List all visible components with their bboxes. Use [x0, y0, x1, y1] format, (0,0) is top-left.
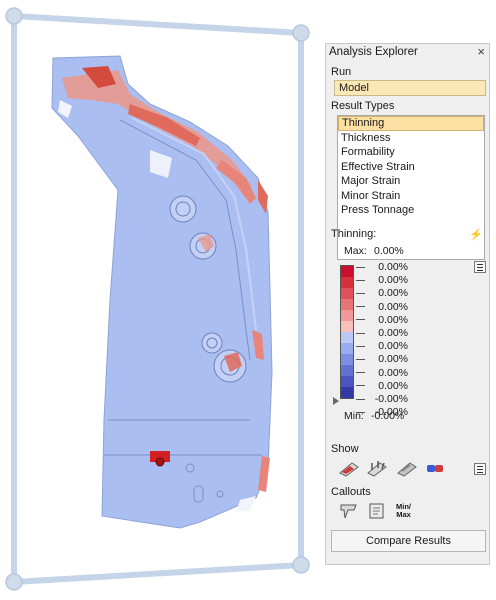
run-label: Run — [331, 66, 352, 78]
legend-value: 0.00% — [378, 366, 408, 379]
legend-max-value: 0.00% — [374, 245, 404, 257]
legend-value: 0.00% — [378, 340, 408, 353]
legend-value: 0.00% — [378, 261, 408, 273]
legend-pointer-icon[interactable] — [333, 397, 339, 405]
result-type-thinning[interactable]: Thinning — [338, 116, 484, 131]
compare-results-button[interactable]: Compare Results — [331, 530, 486, 552]
legend-value: 0.00% — [378, 353, 408, 366]
legend-row: 0.00% — [356, 261, 408, 274]
callout-note-icon[interactable] — [366, 502, 388, 520]
legend-swatch — [341, 310, 353, 321]
legend-value: 0.00% — [378, 274, 408, 287]
analysis-explorer-panel: Analysis Explorer × Run Model Result Typ… — [325, 43, 490, 565]
legend-row: 0.00% — [356, 353, 408, 366]
lightning-icon[interactable]: ⚡ — [469, 228, 483, 241]
legend-swatch — [341, 332, 353, 343]
legend-row: 0.00% — [356, 274, 408, 287]
legend-menu-icon[interactable] — [474, 261, 486, 273]
legend-row: 0.00% — [356, 314, 408, 327]
legend-row: 0.00% — [356, 327, 408, 340]
legend-values: 0.00% 0.00% 0.00% 0.00% 0.00% 0.00% 0.00% 0.00%… — [356, 261, 408, 419]
stamped-part — [51, 55, 273, 529]
legend-row: 0.00% — [356, 367, 408, 380]
result-type-effective-strain[interactable]: Effective Strain — [338, 160, 484, 175]
result-type-minor-strain[interactable]: Minor Strain — [338, 189, 484, 204]
legend-value: 0.00% — [378, 379, 408, 392]
result-type-major-strain[interactable]: Major Strain — [338, 174, 484, 189]
legend-max-label: Max: — [344, 245, 367, 257]
thinning-label: Thinning: — [331, 228, 377, 240]
vector-icon[interactable] — [366, 459, 388, 477]
legend-color-bar — [340, 265, 354, 399]
legend-swatch — [341, 321, 353, 332]
legend-swatch — [341, 365, 353, 376]
part-render — [5, 7, 310, 591]
legend-value: 0.00% — [378, 313, 408, 326]
callout-pin-icon[interactable] — [338, 502, 360, 520]
legend-value: 0.00% — [378, 300, 408, 313]
legend-swatch — [341, 387, 353, 398]
contour-icon[interactable] — [338, 459, 360, 477]
panel-title: Analysis Explorer — [329, 46, 418, 58]
legend-value: 0.00% — [378, 287, 408, 300]
color-blend-icon[interactable] — [424, 459, 446, 477]
close-icon[interactable]: × — [477, 44, 485, 59]
legend-row: 0.00% — [356, 287, 408, 300]
legend-swatch — [341, 266, 353, 277]
callouts-label: Callouts — [331, 486, 371, 498]
result-type-formability[interactable]: Formability — [338, 145, 484, 160]
legend-row: 0.00% — [356, 380, 408, 393]
model-viewport[interactable] — [0, 0, 322, 600]
legend-swatch — [341, 288, 353, 299]
result-types-label: Result Types — [331, 100, 395, 112]
legend-min-value: -0.00% — [371, 410, 405, 422]
deformed-shape-icon[interactable] — [396, 459, 418, 477]
legend-swatch — [341, 343, 353, 354]
legend-row: 0.00% — [356, 301, 408, 314]
legend-swatch — [341, 354, 353, 365]
show-label: Show — [331, 443, 359, 455]
show-menu-icon[interactable] — [474, 463, 486, 475]
min-max-callout-button[interactable]: Min/ Max — [396, 503, 411, 519]
run-selector[interactable]: Model — [334, 80, 486, 96]
legend-row: 0.00% — [356, 340, 408, 353]
legend-min-label: Min: — [344, 410, 364, 422]
legend-swatch — [341, 299, 353, 310]
legend-value: -0.00% — [374, 392, 408, 405]
result-type-press-tonnage[interactable]: Press Tonnage — [338, 203, 484, 218]
legend-value: 0.00% — [378, 326, 408, 339]
result-type-thickness[interactable]: Thickness — [338, 131, 484, 146]
legend-swatch — [341, 376, 353, 387]
legend-swatch — [341, 277, 353, 288]
legend-row: -0.00% — [356, 393, 408, 406]
